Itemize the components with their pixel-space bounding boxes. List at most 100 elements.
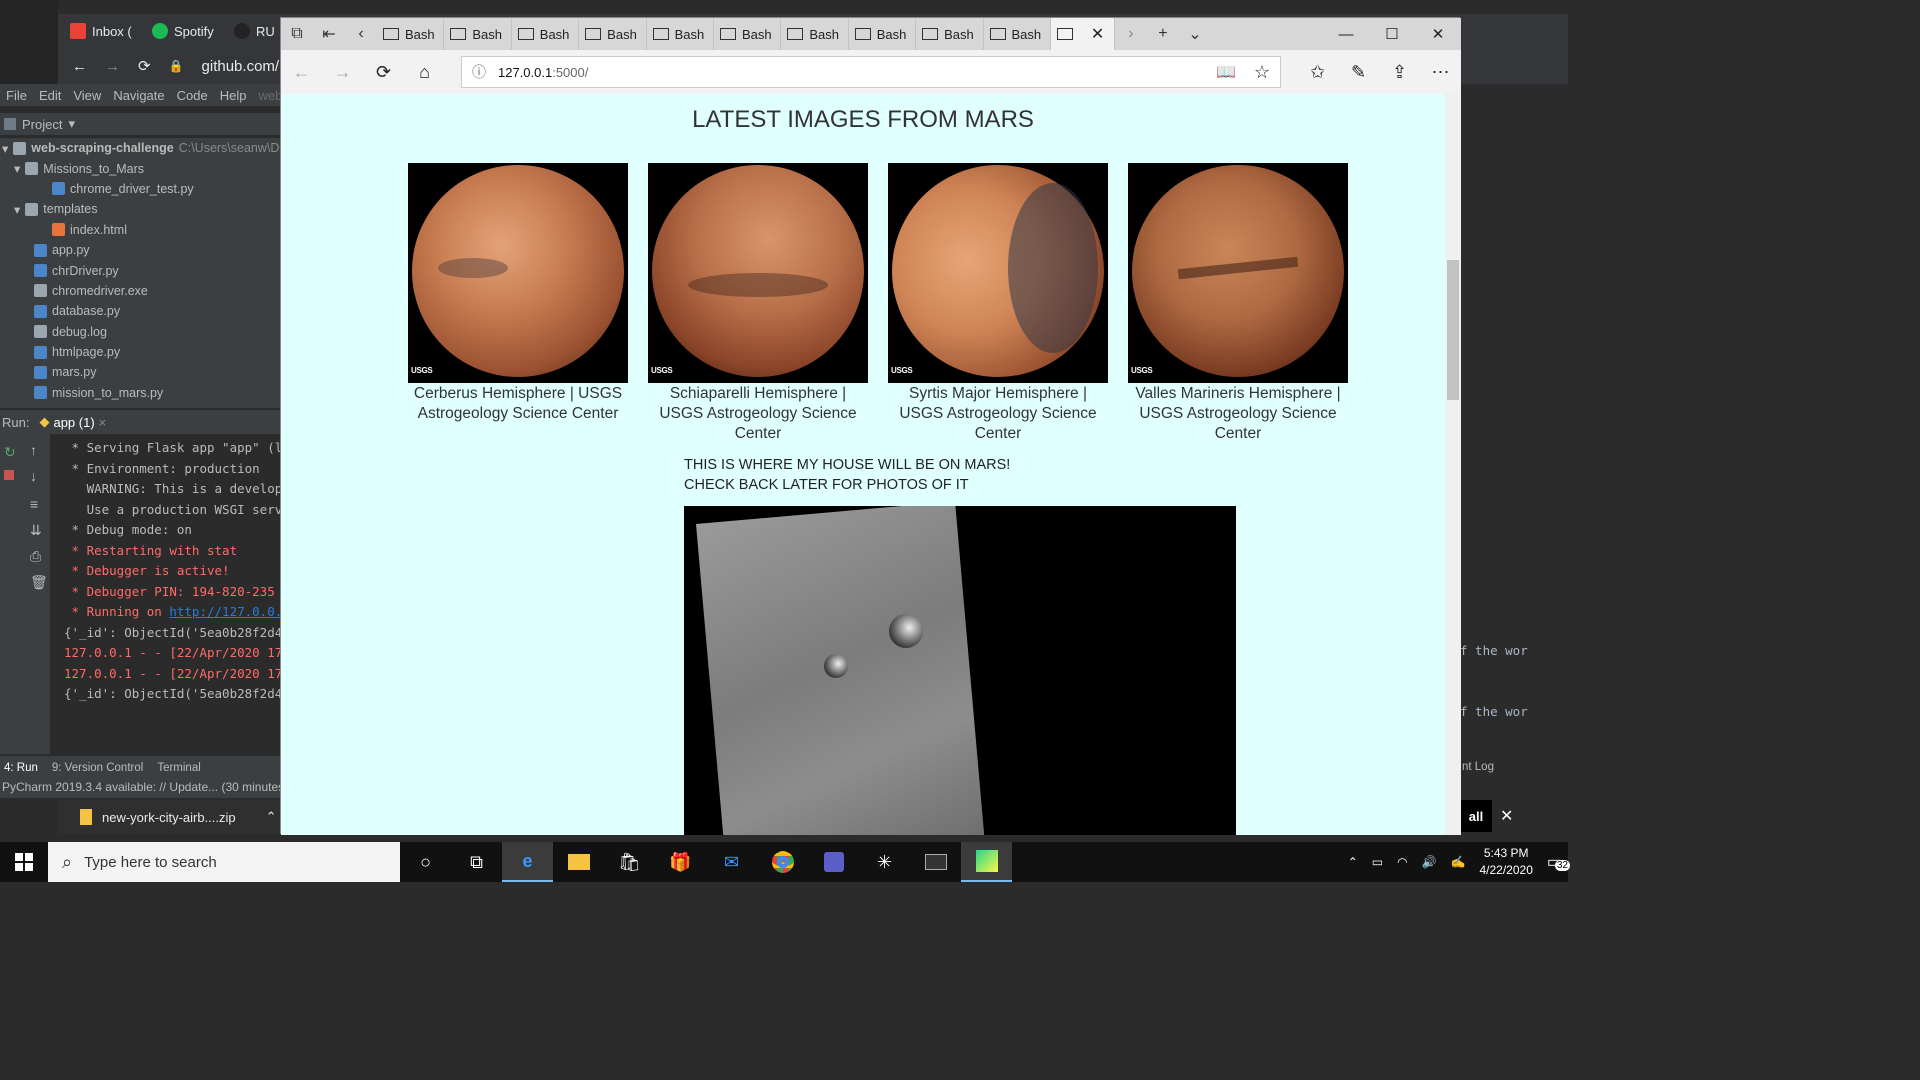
terminal-icon[interactable]: [910, 842, 961, 882]
down-arrow-icon[interactable]: ↓: [30, 468, 37, 484]
edge-tab-bash[interactable]: Bash: [984, 18, 1051, 50]
edge-tab-bash[interactable]: Bash: [781, 18, 849, 50]
hemisphere-image[interactable]: USGS: [408, 163, 628, 383]
back-arrow-icon[interactable]: ←: [72, 58, 87, 75]
close-icon[interactable]: ✕: [1500, 806, 1513, 826]
edge-tab-bash[interactable]: Bash: [444, 18, 512, 50]
wifi-icon[interactable]: ◠: [1397, 855, 1407, 869]
minimize-icon[interactable]: —: [1323, 18, 1369, 50]
chevron-down-icon[interactable]: ▾: [14, 161, 20, 176]
favorites-icon[interactable]: ✩: [1297, 50, 1338, 94]
page-scrollbar[interactable]: [1445, 94, 1461, 835]
menu-item-edit[interactable]: Edit: [39, 88, 61, 103]
reading-view-icon[interactable]: 📖: [1216, 62, 1236, 82]
tree-item[interactable]: chrome_driver_test.py: [0, 179, 280, 199]
print-icon[interactable]: ⎙: [30, 548, 41, 565]
new-tab-icon[interactable]: +: [1147, 18, 1179, 50]
task-view-icon[interactable]: ⧉: [451, 842, 502, 882]
tab-run[interactable]: 4: Run: [4, 762, 38, 774]
tree-item[interactable]: ▾ templates: [0, 199, 280, 219]
chevron-up-icon[interactable]: ⌃: [1348, 855, 1358, 869]
notifications-icon[interactable]: ▭32: [1547, 852, 1570, 872]
tree-item[interactable]: ▾ web-scraping-challenge C:\Users\seanw\De…: [0, 138, 293, 158]
tab-actions-icon[interactable]: ⧉: [281, 18, 313, 50]
tree-item[interactable]: index.html: [0, 220, 280, 240]
menu-item-view[interactable]: View: [73, 88, 101, 103]
edge-tab-bash[interactable]: Bash: [916, 18, 984, 50]
tree-item[interactable]: htmlpage.py: [0, 342, 280, 362]
tree-item[interactable]: mission_to_mars.py: [0, 383, 280, 403]
chrome-url-text[interactable]: github.com/: [202, 58, 280, 75]
stop-icon[interactable]: [4, 470, 14, 480]
edge-tab-bash[interactable]: Bash: [714, 18, 782, 50]
show-all-button[interactable]: all: [1460, 800, 1492, 832]
tree-item[interactable]: chrDriver.py: [0, 260, 280, 280]
battery-icon[interactable]: ▭: [1372, 855, 1383, 869]
windows-start-icon[interactable]: [0, 842, 48, 882]
chevron-down-icon[interactable]: ⌄: [1179, 18, 1211, 50]
up-arrow-icon[interactable]: ↑: [30, 442, 37, 458]
forward-arrow-icon[interactable]: →: [105, 58, 120, 75]
menu-item-file[interactable]: File: [6, 88, 27, 103]
tab-version-control[interactable]: 9: Version Control: [52, 762, 143, 774]
tree-item[interactable]: chromedriver.exe: [0, 281, 280, 301]
forward-arrow-icon[interactable]: →: [322, 50, 363, 94]
file-explorer-icon[interactable]: [553, 842, 604, 882]
scrollbar-thumb[interactable]: [1447, 260, 1459, 400]
close-icon[interactable]: ✕: [1415, 18, 1461, 50]
tab-terminal[interactable]: Terminal: [157, 762, 200, 774]
tree-item[interactable]: database.py: [0, 301, 280, 321]
close-icon[interactable]: ×: [99, 415, 107, 430]
chrome-icon[interactable]: [757, 842, 808, 882]
edge-tab-bash[interactable]: Bash: [377, 18, 445, 50]
maximize-icon[interactable]: ☐: [1369, 18, 1415, 50]
scroll-tabs-right-icon[interactable]: ›: [1115, 18, 1147, 50]
home-icon[interactable]: ⌂: [404, 50, 445, 94]
reload-icon[interactable]: ⟳: [138, 57, 151, 75]
mail-icon[interactable]: ✉: [706, 842, 757, 882]
pycharm-icon[interactable]: [961, 842, 1012, 882]
download-filename[interactable]: new-york-city-airb....zip: [102, 810, 236, 825]
scroll-tabs-left-icon[interactable]: ‹: [345, 18, 377, 50]
chevron-up-icon[interactable]: ⌃: [266, 809, 277, 825]
share-icon[interactable]: ⇪: [1379, 50, 1420, 94]
menu-item-web[interactable]: web: [258, 88, 282, 103]
scroll-end-icon[interactable]: ⇊: [30, 522, 42, 539]
rerun-icon[interactable]: ↻: [4, 444, 16, 461]
teams-icon[interactable]: [808, 842, 859, 882]
more-icon[interactable]: ⋯: [1420, 50, 1461, 94]
store-icon[interactable]: 🛍: [604, 842, 655, 882]
console-link[interactable]: http://127.0.0.1: [169, 604, 280, 619]
menu-item-help[interactable]: Help: [220, 88, 247, 103]
tree-item[interactable]: ▾ Missions_to_Mars: [0, 158, 280, 178]
hemisphere-image[interactable]: USGS: [888, 163, 1108, 383]
gift-icon[interactable]: 🎁: [655, 842, 706, 882]
close-icon[interactable]: ✕: [1091, 24, 1104, 44]
hemisphere-image[interactable]: USGS: [648, 163, 868, 383]
download-bar[interactable]: new-york-city-airb....zip ⌃: [58, 800, 280, 834]
taskbar-search-box[interactable]: ⌕ Type here to search: [48, 842, 400, 882]
volume-icon[interactable]: 🔊: [1422, 855, 1437, 869]
event-log-label[interactable]: nt Log: [1462, 761, 1494, 773]
edge-tab-bash[interactable]: Bash: [647, 18, 714, 50]
run-tab-app[interactable]: ◆ app (1) ×: [39, 414, 106, 430]
favorite-star-icon[interactable]: ☆: [1254, 62, 1270, 83]
cortana-icon[interactable]: ○: [400, 842, 451, 882]
edge-tab-bash[interactable]: Bash: [849, 18, 917, 50]
edge-tab-bash[interactable]: Bash: [512, 18, 580, 50]
mars-surface-image[interactable]: [684, 506, 1236, 835]
project-panel-header[interactable]: Project ▾: [0, 113, 280, 135]
menu-item-code[interactable]: Code: [177, 88, 208, 103]
hemisphere-image[interactable]: USGS: [1128, 163, 1348, 383]
set-aside-tabs-icon[interactable]: ⇤: [313, 18, 345, 50]
tree-item[interactable]: app.py: [0, 240, 280, 260]
chrome-tab-spotify[interactable]: Spotify: [144, 16, 226, 46]
tree-item[interactable]: debug.log: [0, 322, 280, 342]
chevron-down-icon[interactable]: ▾: [2, 141, 8, 156]
tree-item[interactable]: mars.py: [0, 362, 280, 382]
menu-item-navigate[interactable]: Navigate: [113, 88, 164, 103]
refresh-icon[interactable]: ⟳: [363, 50, 404, 94]
soft-wrap-icon[interactable]: ≡: [30, 496, 38, 512]
slack-icon[interactable]: ✳: [859, 842, 910, 882]
edge-icon[interactable]: e: [502, 842, 553, 882]
